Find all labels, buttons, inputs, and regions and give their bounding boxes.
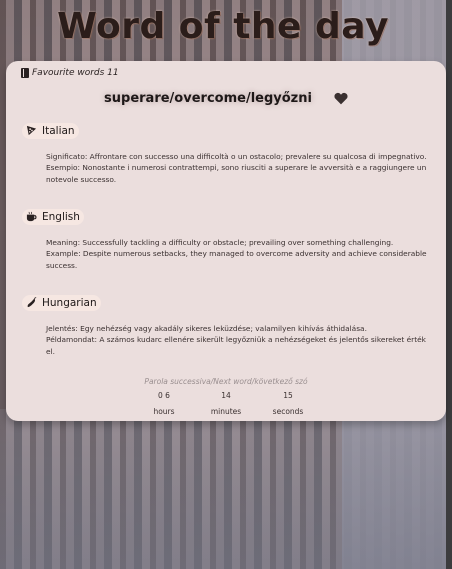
word-card: Favourite words 11 superare/overcome/leg… — [6, 61, 446, 421]
word-row: superare/overcome/legyőzni — [6, 91, 446, 106]
favourite-words-link[interactable]: Favourite words 11 — [18, 67, 122, 79]
language-name: English — [42, 210, 80, 223]
language-description: Meaning: Successfully tackling a difficu… — [46, 237, 432, 271]
language-name: Italian — [42, 124, 75, 137]
language-header-hungarian: Hungarian — [22, 294, 101, 311]
minutes-label: minutes — [210, 407, 242, 416]
heart-icon[interactable] — [334, 92, 348, 105]
language-name: Hungarian — [42, 296, 97, 309]
seconds-value: 15 — [283, 391, 293, 400]
pepper-icon — [27, 297, 37, 308]
language-description: Jelentés: Egy nehézség vagy akadály sike… — [46, 323, 432, 357]
background-floor — [0, 409, 452, 569]
meaning-text: Significato: Affrontare con successo una… — [46, 152, 427, 161]
language-section-hungarian: Hungarian Jelentés: Egy nehézség vagy ak… — [22, 293, 432, 357]
example-text: Példamondat: A számos kudarc ellenére si… — [46, 335, 426, 356]
favourite-words-label: Favourite words 11 — [32, 68, 119, 78]
countdown-seconds: 15 seconds — [260, 391, 316, 416]
countdown-hours: 0 6 hours — [136, 391, 192, 416]
example-text: Esempio: Nonostante i numerosi contratte… — [46, 163, 427, 184]
word-of-the-day: superare/overcome/legyőzni — [104, 91, 312, 106]
minutes-value: 14 — [221, 391, 231, 400]
hours-label: hours — [153, 407, 175, 416]
language-section-english: English Meaning: Successfully tackling a… — [22, 207, 432, 271]
meaning-text: Jelentés: Egy nehézség vagy akadály sike… — [46, 324, 367, 333]
tea-cup-icon — [26, 211, 37, 222]
hours-value: 0 6 — [158, 391, 170, 400]
countdown-timer: 0 6 hours 14 minutes 15 seconds — [136, 391, 316, 416]
language-description: Significato: Affrontare con successo una… — [46, 151, 432, 185]
language-header-italian: Italian — [22, 122, 79, 139]
next-word-label: Parola successiva/Next word/következő sz… — [144, 377, 308, 386]
window-edge — [446, 0, 452, 569]
book-icon — [21, 68, 29, 78]
language-header-english: English — [22, 208, 84, 225]
pizza-icon — [26, 125, 37, 136]
countdown-minutes: 14 minutes — [198, 391, 254, 416]
language-section-italian: Italian Significato: Affrontare con succ… — [22, 121, 432, 185]
meaning-text: Meaning: Successfully tackling a difficu… — [46, 238, 394, 247]
example-text: Example: Despite numerous setbacks, they… — [46, 249, 427, 270]
seconds-label: seconds — [272, 407, 304, 416]
page-title: Word of the day — [57, 6, 389, 47]
